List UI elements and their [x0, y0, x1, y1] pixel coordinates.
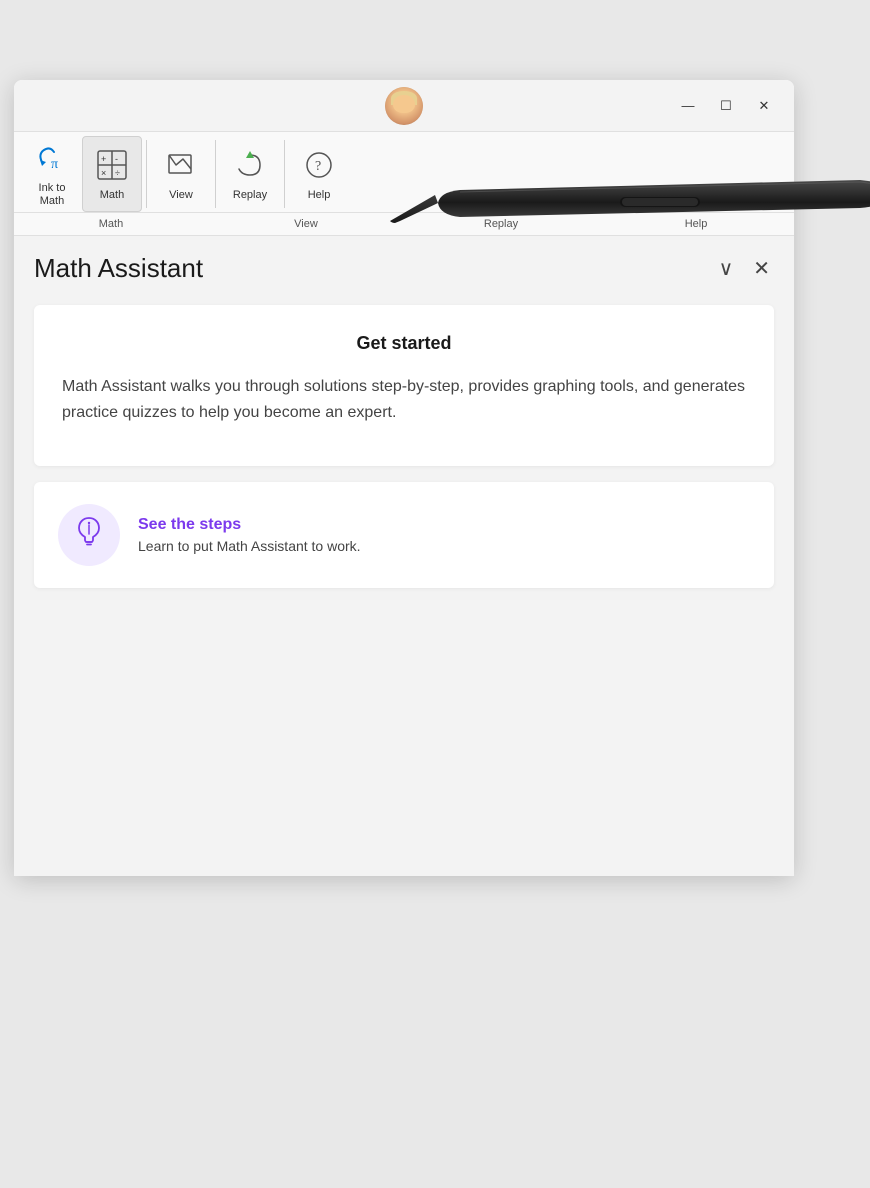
math-button-label: Math	[100, 189, 124, 202]
replay-group-label: Replay	[404, 215, 599, 233]
svg-text:÷: ÷	[115, 168, 120, 178]
math-button[interactable]: + - × ÷ Math	[82, 136, 142, 212]
panel-title: Math Assistant	[34, 253, 203, 284]
math-group-label: Math	[14, 215, 209, 233]
see-steps-content: See the steps Learn to put Math Assistan…	[138, 516, 361, 554]
get-started-card: Get started Math Assistant walks you thr…	[34, 305, 774, 465]
see-steps-subtitle: Learn to put Math Assistant to work.	[138, 538, 361, 554]
svg-text:+: +	[101, 154, 106, 164]
avatar-image	[385, 87, 423, 125]
ink-to-math-button[interactable]: π Ink toMath	[22, 136, 82, 212]
ribbon-content: π Ink toMath + - ×	[14, 132, 357, 212]
app-window: — ☐ ✕ π In	[14, 80, 794, 876]
panel-header-controls: ∨ ✕	[715, 252, 774, 285]
get-started-body: Math Assistant walks you through solutio…	[62, 374, 746, 425]
title-bar: — ☐ ✕	[14, 80, 794, 132]
ribbon-divider-2	[215, 140, 216, 208]
panel-close-button[interactable]: ✕	[749, 252, 774, 285]
help-icon: ?	[301, 149, 337, 185]
replay-button-label: Replay	[233, 189, 267, 202]
see-steps-card[interactable]: See the steps Learn to put Math Assistan…	[34, 482, 774, 588]
replay-button[interactable]: Replay	[220, 136, 280, 212]
math-icon: + - × ÷	[94, 149, 130, 185]
ink-to-math-icon: π	[34, 142, 70, 178]
avatar[interactable]	[385, 87, 423, 125]
view-group-label: View	[209, 215, 404, 233]
view-button[interactable]: View	[151, 136, 211, 212]
collapse-ribbon-button[interactable]: ∧	[764, 184, 786, 206]
replay-icon	[232, 149, 268, 185]
ribbon-divider-1	[146, 140, 147, 208]
minimize-button[interactable]: —	[670, 91, 706, 121]
window-controls: — ☐ ✕	[670, 91, 782, 121]
math-assistant-panel: Math Assistant ∨ ✕ Get started Math Assi…	[14, 236, 794, 876]
help-button[interactable]: ? Help	[289, 136, 349, 212]
ribbon-group-labels: Math View Replay Help	[14, 212, 794, 235]
ink-to-math-label: Ink toMath	[39, 182, 66, 208]
svg-text:×: ×	[101, 168, 106, 178]
panel-header: Math Assistant ∨ ✕	[34, 252, 774, 285]
lightbulb-icon	[75, 515, 103, 554]
ribbon: π Ink toMath + - ×	[14, 132, 794, 236]
maximize-button[interactable]: ☐	[708, 91, 744, 121]
lightbulb-circle	[58, 504, 120, 566]
close-button[interactable]: ✕	[746, 91, 782, 121]
svg-text:?: ?	[315, 159, 321, 174]
see-steps-title: See the steps	[138, 516, 361, 534]
svg-text:π: π	[51, 157, 58, 172]
panel-collapse-button[interactable]: ∨	[715, 252, 738, 285]
ribbon-row: π Ink toMath + - ×	[14, 132, 794, 212]
help-button-label: Help	[308, 189, 331, 202]
help-group-label: Help	[599, 215, 794, 233]
ribbon-divider-3	[284, 140, 285, 208]
svg-text:-: -	[115, 154, 118, 164]
get-started-heading: Get started	[62, 333, 746, 354]
view-icon	[163, 149, 199, 185]
view-button-label: View	[169, 189, 193, 202]
